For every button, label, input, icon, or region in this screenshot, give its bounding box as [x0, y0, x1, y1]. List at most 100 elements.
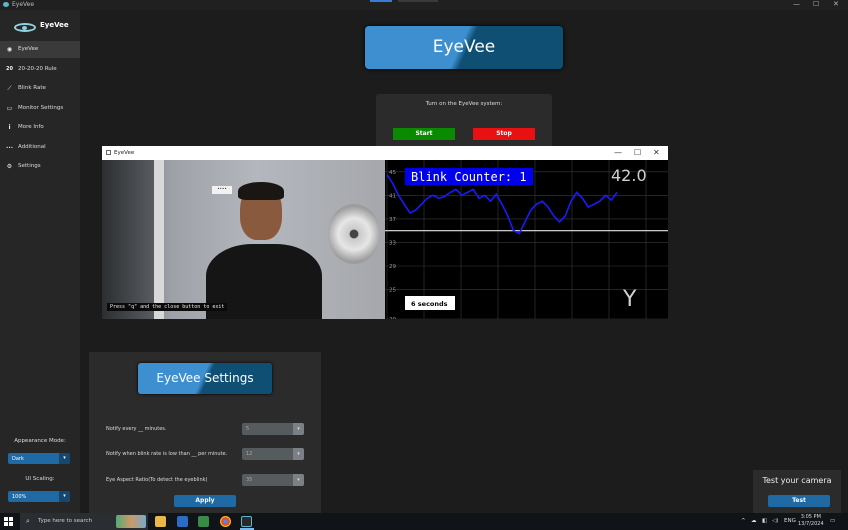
- clock-date: 13/7/2024: [798, 521, 824, 527]
- sidebar-item-label: More Info: [18, 124, 44, 130]
- photos-icon[interactable]: [198, 516, 209, 527]
- gear-icon: ⚙: [6, 163, 13, 170]
- camera-window: EyeVee — ☐ ✕ •••• Press "q" and the clos…: [102, 146, 668, 319]
- twenty-icon: 20: [6, 66, 13, 72]
- taskbar: ⌕ Type here to search ^ ☁ ◧ ◁) ENG 3:05 …: [0, 513, 848, 530]
- ui-scaling-value: 100%: [12, 494, 27, 500]
- stop-button[interactable]: Stop: [473, 128, 535, 140]
- ear-select-value: 35: [246, 477, 253, 483]
- system-panel: Turn on the EyeVee system: Start Stop: [376, 94, 552, 148]
- chevron-down-icon[interactable]: ▾: [59, 491, 70, 502]
- chevron-down-icon[interactable]: ▾: [293, 474, 304, 486]
- close-button[interactable]: ✕: [833, 0, 839, 8]
- blink-plot-svg: 45 41 37 33 29 25 20 Blink Counter: 1 42.0 6 s…: [385, 160, 668, 319]
- sidebar-item-20-20-20-rule[interactable]: 20 20-20-20 Rule: [0, 61, 80, 78]
- y-tick-label: 29: [389, 264, 396, 270]
- cv-close-button[interactable]: ✕: [653, 148, 660, 157]
- seconds-text: 6 seconds: [411, 300, 448, 308]
- settings-panel: EyeVee Settings Notify every __ minutes.…: [89, 352, 321, 513]
- search-highlight-image: [116, 515, 146, 528]
- chevron-down-icon[interactable]: ▾: [293, 423, 304, 435]
- window-title: EyeVee: [12, 1, 35, 8]
- clock[interactable]: 3:05 PM 13/7/2024: [798, 514, 824, 528]
- ui-scaling-label: UI Scaling:: [25, 476, 55, 482]
- ear-value-text: 42.0: [611, 166, 647, 185]
- cv-maximize-button[interactable]: ☐: [634, 148, 641, 157]
- search-icon: ⌕: [26, 517, 30, 525]
- eyevee-taskbar-icon[interactable]: [241, 516, 252, 527]
- blink-threshold-value: 12: [246, 451, 253, 457]
- eye-icon: ◉: [6, 46, 13, 53]
- ear-select[interactable]: 35 ▾: [242, 474, 304, 486]
- y-tick-label: 45: [389, 170, 396, 176]
- camera-test-panel: Test your camera Test: [753, 470, 841, 513]
- app-logo: EyeVee: [14, 20, 74, 34]
- cv-minimize-button[interactable]: —: [614, 148, 622, 157]
- exit-hint: Press "q" and the close button to exit: [107, 303, 228, 311]
- cloud-icon[interactable]: ☁: [751, 518, 757, 524]
- camera-window-title: EyeVee: [114, 150, 135, 156]
- start-button[interactable]: Start: [393, 128, 455, 140]
- chevron-down-icon[interactable]: ▾: [293, 448, 304, 460]
- windows-start-icon[interactable]: [4, 517, 13, 526]
- sidebar-item-more-info[interactable]: i More Info: [0, 119, 80, 136]
- sidebar-item-label: Additional: [18, 144, 46, 150]
- blink-threshold-select[interactable]: 12 ▾: [242, 448, 304, 460]
- sidebar-item-label: Monitor Settings: [18, 105, 64, 111]
- ui-scaling-select[interactable]: 100% ▾: [8, 491, 70, 502]
- notify-interval-label: Notify every __ minutes.: [106, 426, 167, 432]
- test-button[interactable]: Test: [768, 495, 830, 507]
- eye-logo-icon: [14, 23, 36, 32]
- blink-plot: 45 41 37 33 29 25 20 Blink Counter: 1 42.0 6 s…: [385, 160, 668, 319]
- blink-counter-text: Blink Counter: 1: [411, 170, 527, 184]
- network-icon[interactable]: ◧: [762, 518, 767, 524]
- sidebar-item-label: Blink Rate: [18, 85, 46, 91]
- more-icon: •••: [6, 145, 14, 150]
- person-image: [206, 182, 322, 319]
- file-explorer-icon[interactable]: [155, 516, 166, 527]
- word-icon[interactable]: [177, 516, 188, 527]
- sidebar-item-eyevee[interactable]: ◉ EyeVee: [0, 41, 80, 58]
- volume-icon[interactable]: ◁): [772, 518, 778, 524]
- y-tick-label: 20: [389, 317, 396, 319]
- sidebar-item-label: EyeVee: [18, 46, 39, 52]
- eyevee-banner: EyeVee: [365, 26, 563, 69]
- settings-banner: EyeVee Settings: [138, 363, 272, 394]
- sidebar-item-monitor-settings[interactable]: ▭ Monitor Settings: [0, 100, 80, 117]
- sidebar-item-label: 20-20-20 Rule: [18, 66, 57, 72]
- monitor-icon: ▭: [6, 105, 13, 112]
- minimize-button[interactable]: —: [793, 0, 800, 8]
- notify-interval-select[interactable]: 5 ▾: [242, 423, 304, 435]
- chrome-icon[interactable]: [220, 516, 231, 527]
- search-placeholder: Type here to search: [38, 518, 93, 524]
- language-indicator[interactable]: ENG: [784, 518, 796, 524]
- camera-shadow: [102, 160, 154, 319]
- blink-threshold-label: Notify when blink rate is low than __ pe…: [106, 451, 228, 457]
- app-eye-icon: [3, 2, 9, 7]
- y-tick-label: 41: [389, 193, 396, 199]
- chevron-down-icon[interactable]: ▾: [59, 453, 70, 464]
- ear-label: Eye Aspect Ratio(To detect the eyeblink): [106, 477, 208, 483]
- appearance-mode-select[interactable]: Dark ▾: [8, 453, 70, 464]
- sidebar-item-additional[interactable]: ••• Additional: [0, 139, 80, 156]
- camera-feed: •••• Press "q" and the close button to e…: [102, 160, 385, 319]
- system-label: Turn on the EyeVee system:: [425, 101, 503, 107]
- window-titlebar: EyeVee — ☐ ✕: [0, 0, 848, 10]
- marker-text: Y: [622, 287, 637, 312]
- chevron-up-icon[interactable]: ^: [741, 518, 746, 524]
- taskbar-indicator: [370, 0, 392, 2]
- notification-icon[interactable]: ▭: [830, 518, 835, 524]
- appearance-mode-value: Dark: [12, 456, 24, 462]
- apply-button[interactable]: Apply: [174, 495, 236, 507]
- sidebar-item-label: Settings: [18, 163, 41, 169]
- maximize-button[interactable]: ☐: [813, 0, 819, 8]
- taskbar-search[interactable]: ⌕ Type here to search: [20, 513, 148, 530]
- y-tick-label: 25: [389, 288, 396, 294]
- notify-interval-value: 5: [246, 426, 250, 432]
- appearance-mode-label: Appearance Mode:: [14, 438, 66, 444]
- sidebar: EyeVee ◉ EyeVee 20 20-20-20 Rule ⟋ Blink…: [0, 10, 80, 513]
- sidebar-item-settings[interactable]: ⚙ Settings: [0, 158, 80, 175]
- sidebar-item-blink-rate[interactable]: ⟋ Blink Rate: [0, 80, 80, 97]
- window-icon: [106, 150, 111, 155]
- door-frame: [154, 160, 164, 319]
